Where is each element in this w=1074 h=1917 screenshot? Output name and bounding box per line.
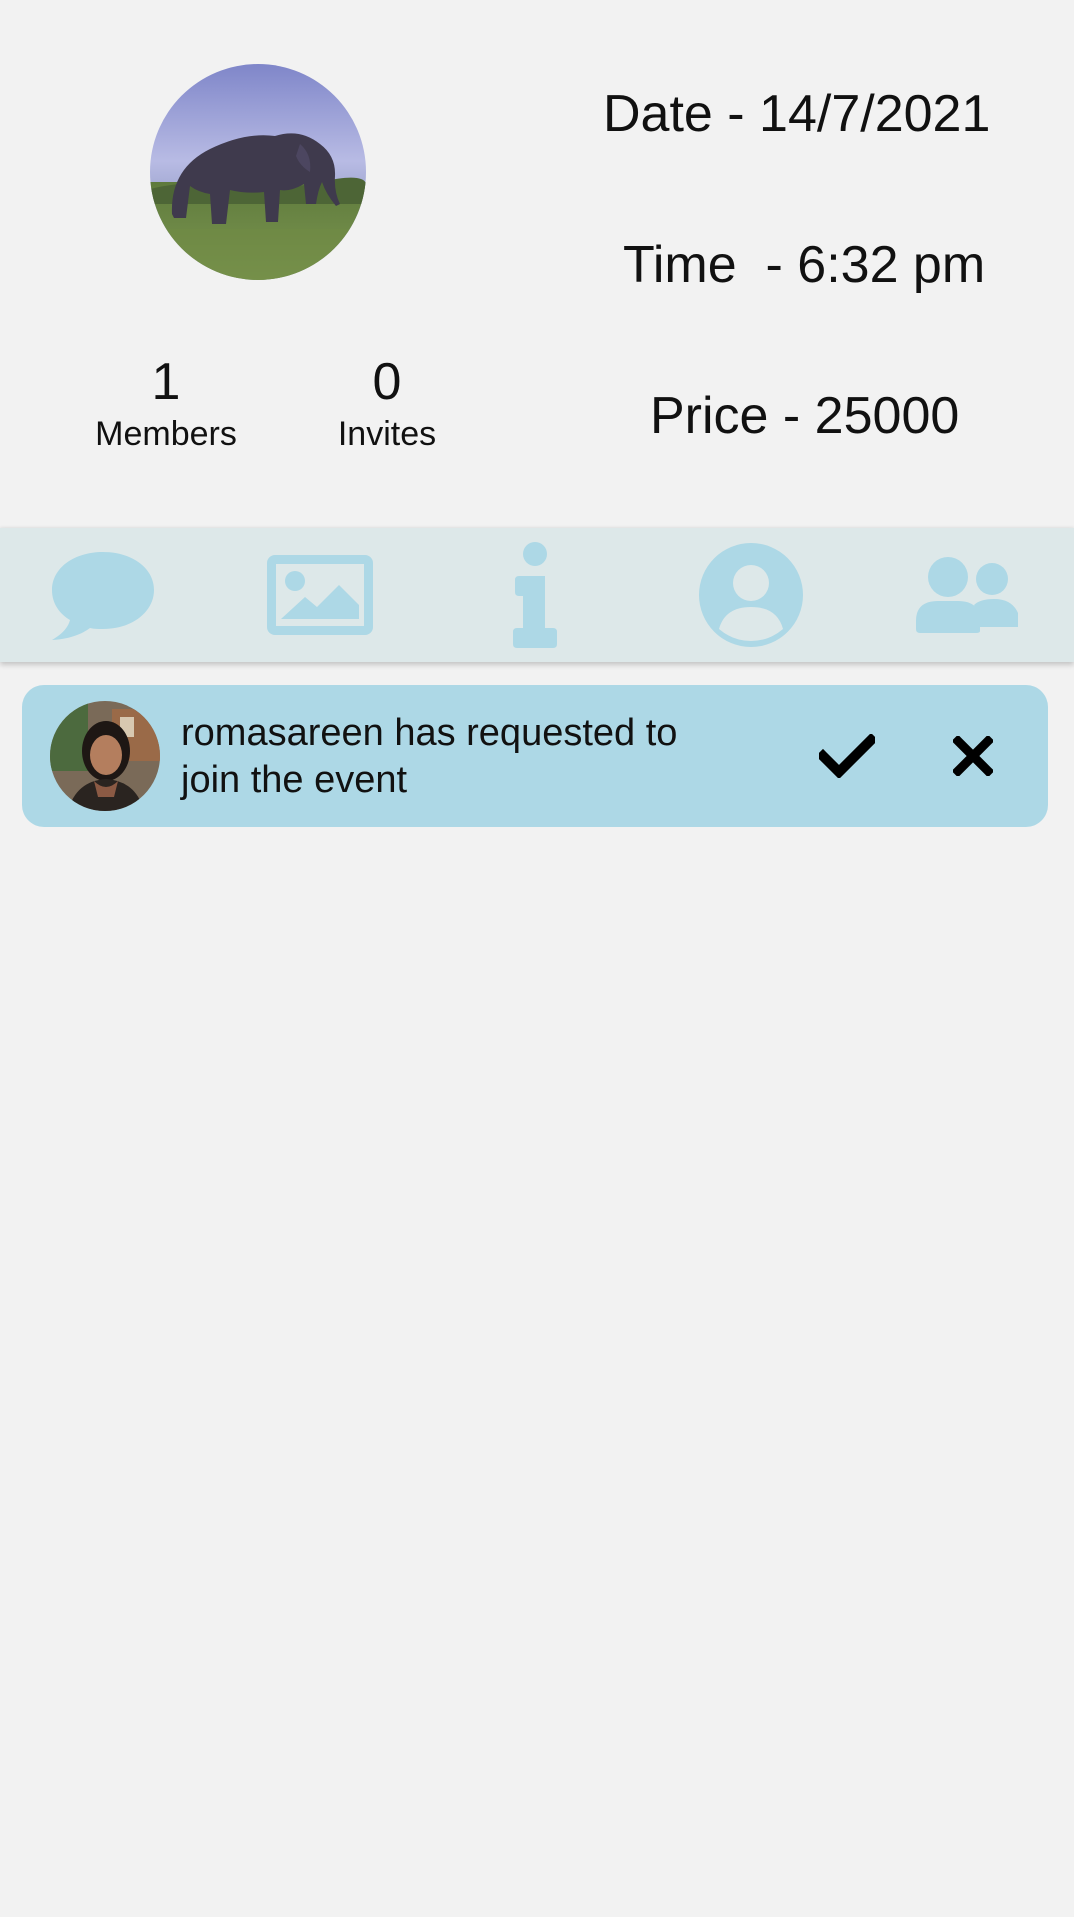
members-stat[interactable]: 1 Members <box>66 350 266 454</box>
members-label: Members <box>95 415 237 453</box>
check-icon <box>819 734 875 778</box>
requester-avatar[interactable] <box>50 701 160 811</box>
invites-stat[interactable]: 0 Invites <box>287 350 487 454</box>
info-icon <box>513 542 557 648</box>
members-count: 1 <box>151 353 181 411</box>
tab-gallery[interactable] <box>250 528 390 662</box>
join-request-card: romasareen has requested to join the eve… <box>22 685 1048 827</box>
event-price: Price - 25000 <box>650 387 960 445</box>
invites-count: 0 <box>372 353 402 411</box>
tab-info[interactable] <box>465 528 605 662</box>
tab-profile[interactable] <box>681 528 821 662</box>
event-time: Time - 6:32 pm <box>623 236 986 294</box>
invites-label: Invites <box>337 415 437 453</box>
accept-request-button[interactable] <box>812 721 882 791</box>
tab-bar <box>0 528 1074 662</box>
reject-request-button[interactable] <box>938 721 1008 791</box>
event-date: Date - 14/7/2021 <box>603 85 991 143</box>
user-circle-icon <box>699 543 803 647</box>
tab-chat[interactable] <box>33 528 173 662</box>
user-photo-icon <box>50 701 160 811</box>
event-avatar[interactable] <box>150 64 366 280</box>
chat-bubble-icon <box>52 552 154 640</box>
tab-members[interactable] <box>897 528 1037 662</box>
event-header: 1 Members 0 Invites Date - 14/7/2021 Tim… <box>0 0 1074 528</box>
image-icon <box>267 555 373 635</box>
elephant-photo-icon <box>150 64 366 280</box>
users-icon <box>916 557 1018 633</box>
request-message: romasareen has requested to join the eve… <box>181 712 678 801</box>
close-icon <box>953 736 993 776</box>
